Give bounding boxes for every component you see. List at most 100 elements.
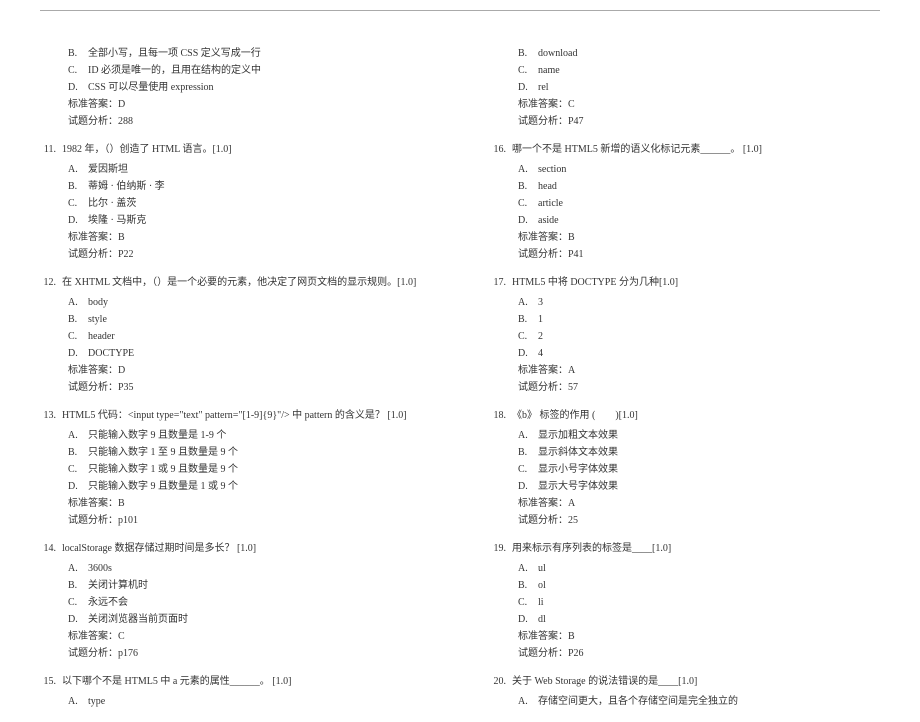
question-text: 以下哪个不是 HTML5 中 a 元素的属性______。 [1.0]	[62, 674, 430, 690]
analysis-value: P47	[568, 113, 584, 130]
question-block: 19.用来标示有序列表的标签是____[1.0]A.ulB.olC.liD.dl…	[490, 541, 880, 662]
option-letter: C.	[518, 461, 538, 478]
option-text: style	[88, 311, 430, 328]
option-letter: A.	[68, 693, 88, 710]
question-block: 15.以下哪个不是 HTML5 中 a 元素的属性______。 [1.0]A.…	[40, 674, 430, 710]
answer-label: 标准答案：	[68, 229, 118, 246]
option-letter: D.	[518, 478, 538, 495]
question-title: 13.HTML5 代码：<input type="text" pattern="…	[40, 408, 430, 424]
partial-question: B.downloadC.nameD.rel标准答案：C试题分析：P47	[490, 45, 880, 130]
option-text: 爱因斯坦	[88, 161, 430, 178]
question-text: 在 XHTML 文档中，（）是一个必要的元素，他决定了网页文档的显示规则。[1.…	[62, 275, 430, 291]
analysis-label: 试题分析：	[68, 512, 118, 529]
analysis-line: 试题分析：57	[490, 379, 880, 396]
option-letter: B.	[68, 178, 88, 195]
answer-line: 标准答案：C	[490, 96, 880, 113]
option-letter: D.	[518, 345, 538, 362]
answer-label: 标准答案：	[518, 628, 568, 645]
answer-value: D	[118, 96, 125, 113]
option-letter: D.	[68, 79, 88, 96]
option-line: D.4	[490, 345, 880, 362]
answer-line: 标准答案：B	[490, 229, 880, 246]
question-title: 16.哪一个不是 HTML5 新增的语义化标记元素______。 [1.0]	[490, 142, 880, 158]
option-line: C.2	[490, 328, 880, 345]
question-text: HTML5 中将 DOCTYPE 分为几种[1.0]	[512, 275, 880, 291]
question-block: 13.HTML5 代码：<input type="text" pattern="…	[40, 408, 430, 529]
answer-value: A	[568, 495, 575, 512]
answer-value: B	[118, 495, 125, 512]
option-letter: A.	[518, 427, 538, 444]
option-line: C.只能输入数字 1 或 9 且数量是 9 个	[40, 461, 430, 478]
question-number: 14.	[40, 541, 62, 557]
option-letter: B.	[68, 45, 88, 62]
option-line: D.埃隆 · 马斯克	[40, 212, 430, 229]
option-text: ul	[538, 560, 880, 577]
question-number: 17.	[490, 275, 512, 291]
option-letter: B.	[68, 311, 88, 328]
option-letter: D.	[68, 212, 88, 229]
question-block: 14.localStorage 数据存储过期时间是多长？ [1.0]A.3600…	[40, 541, 430, 662]
option-letter: A.	[518, 294, 538, 311]
option-line: B.ol	[490, 577, 880, 594]
option-line: C.永远不会	[40, 594, 430, 611]
option-line: B.全部小写，且每一项 CSS 定义写成一行	[40, 45, 430, 62]
analysis-line: 试题分析：p176	[40, 645, 430, 662]
partial-question: B.全部小写，且每一项 CSS 定义写成一行C.ID 必须是唯一的，且用在结构的…	[40, 45, 430, 130]
analysis-line: 试题分析：P41	[490, 246, 880, 263]
option-letter: D.	[68, 345, 88, 362]
option-line: A.section	[490, 161, 880, 178]
analysis-label: 试题分析：	[518, 645, 568, 662]
option-letter: A.	[518, 693, 538, 710]
option-text: download	[538, 45, 880, 62]
option-line: D.rel	[490, 79, 880, 96]
analysis-value: P22	[118, 246, 134, 263]
analysis-label: 试题分析：	[68, 246, 118, 263]
question-title: 12.在 XHTML 文档中，（）是一个必要的元素，他决定了网页文档的显示规则。…	[40, 275, 430, 291]
question-text: 关于 Web Storage 的说法错误的是____[1.0]	[512, 674, 880, 690]
option-letter: D.	[518, 79, 538, 96]
answer-value: B	[568, 628, 575, 645]
analysis-value: P41	[568, 246, 584, 263]
option-line: B.蒂姆 · 伯纳斯 · 李	[40, 178, 430, 195]
option-line: B.关闭计算机时	[40, 577, 430, 594]
option-text: li	[538, 594, 880, 611]
option-line: D.CSS 可以尽量使用 expression	[40, 79, 430, 96]
answer-line: 标准答案：D	[40, 96, 430, 113]
option-letter: A.	[68, 161, 88, 178]
question-text: 哪一个不是 HTML5 新增的语义化标记元素______。 [1.0]	[512, 142, 880, 158]
option-letter: C.	[518, 195, 538, 212]
question-number: 19.	[490, 541, 512, 557]
question-number: 11.	[40, 142, 62, 158]
option-text: 比尔 · 盖茨	[88, 195, 430, 212]
right-column: B.downloadC.nameD.rel标准答案：C试题分析：P47 16.哪一…	[490, 45, 880, 722]
option-text: 4	[538, 345, 880, 362]
question-number: 16.	[490, 142, 512, 158]
option-line: A.只能输入数字 9 且数量是 1-9 个	[40, 427, 430, 444]
question-block: 20.关于 Web Storage 的说法错误的是____[1.0]A.存储空间…	[490, 674, 880, 710]
answer-line: 标准答案：D	[40, 362, 430, 379]
option-text: 显示大号字体效果	[538, 478, 880, 495]
option-line: D.dl	[490, 611, 880, 628]
option-letter: C.	[68, 328, 88, 345]
question-block: 12.在 XHTML 文档中，（）是一个必要的元素，他决定了网页文档的显示规则。…	[40, 275, 430, 396]
question-title: 14.localStorage 数据存储过期时间是多长？ [1.0]	[40, 541, 430, 557]
analysis-value: p101	[118, 512, 138, 529]
option-text: 3600s	[88, 560, 430, 577]
option-text: 显示小号字体效果	[538, 461, 880, 478]
option-text: 只能输入数字 1 或 9 且数量是 9 个	[88, 461, 430, 478]
option-line: A.body	[40, 294, 430, 311]
option-line: C.name	[490, 62, 880, 79]
analysis-label: 试题分析：	[68, 113, 118, 130]
option-text: type	[88, 693, 430, 710]
option-letter: A.	[68, 294, 88, 311]
option-text: 只能输入数字 1 至 9 且数量是 9 个	[88, 444, 430, 461]
question-title: 19.用来标示有序列表的标签是____[1.0]	[490, 541, 880, 557]
question-title: 18.《b》 标签的作用 ( )[1.0]	[490, 408, 880, 424]
option-text: CSS 可以尽量使用 expression	[88, 79, 430, 96]
left-column: B.全部小写，且每一项 CSS 定义写成一行 C. ID 必须是唯一的，且用在结构的…	[40, 45, 430, 722]
analysis-value: 25	[568, 512, 578, 529]
option-text: 关闭浏览器当前页面时	[88, 611, 430, 628]
option-text: ID 必须是唯一的，且用在结构的定义中	[88, 62, 430, 79]
analysis-line: 试题分析：P22	[40, 246, 430, 263]
analysis-value: P35	[118, 379, 134, 396]
